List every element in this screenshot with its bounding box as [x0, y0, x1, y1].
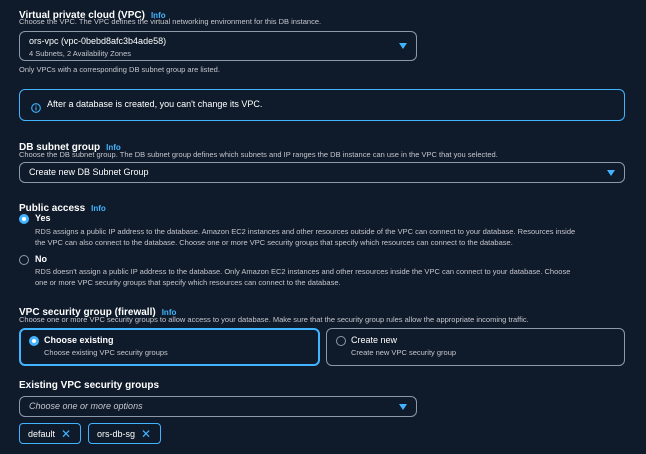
existing-groups-label: Existing VPC security groups [19, 380, 160, 391]
subnet-selected-value: Create new DB Subnet Group [29, 167, 149, 177]
vpc-selected-value: ors-vpc (vpc-0bebd8afc3b4ade58) [29, 36, 167, 46]
existing-groups-placeholder: Choose one or more options [29, 401, 143, 411]
vpc-select[interactable]: ors-vpc (vpc-0bebd8afc3b4ade58) 4 Subnet… [19, 31, 417, 61]
public-access-label-row: Public access Info [19, 198, 106, 216]
public-access-yes-radio[interactable] [19, 214, 29, 224]
public-access-label: Public access [19, 203, 86, 214]
public-access-no-description-2: one or more VPC security groups that spe… [35, 278, 341, 287]
public-access-no-label[interactable]: No [35, 254, 47, 264]
token-ors-db-sg-label: ors-db-sg [97, 428, 136, 439]
public-access-no-radio[interactable] [19, 255, 29, 265]
caret-down-icon [399, 43, 407, 49]
vpc-info-alert: After a database is created, you can't c… [19, 89, 625, 121]
remove-token-ors-db-sg-icon[interactable]: ✕ [141, 428, 151, 440]
public-access-yes-description-1: RDS assigns a public IP address to the d… [35, 227, 576, 236]
public-access-info-link[interactable]: Info [91, 204, 106, 213]
vpc-footnote: Only VPCs with a corresponding DB subnet… [19, 65, 220, 74]
create-new-card[interactable]: Create new Create new VPC security group [326, 328, 625, 366]
choose-existing-sub: Choose existing VPC security groups [44, 348, 168, 357]
caret-down-icon [607, 169, 615, 176]
vpc-description: Choose the VPC. The VPC defines the virt… [19, 17, 322, 26]
create-new-label: Create new [351, 335, 398, 345]
token-ors-db-sg: ors-db-sg ✕ [88, 423, 161, 444]
public-access-yes-label[interactable]: Yes [35, 213, 51, 223]
alert-text: After a database is created, you can't c… [47, 99, 263, 109]
choose-existing-label: Choose existing [44, 335, 114, 345]
public-access-yes-description-2: the VPC can also connect to the database… [35, 238, 513, 247]
vpc-selected-sub: 4 Subnets, 2 Availability Zones [29, 49, 132, 58]
token-default: default ✕ [19, 423, 81, 444]
subnet-description: Choose the DB subnet group. The DB subne… [19, 150, 498, 159]
token-default-label: default [28, 428, 56, 439]
security-group-description: Choose one or more VPC security groups t… [19, 315, 529, 324]
create-new-sub: Create new VPC security group [351, 348, 457, 357]
info-circle-icon [31, 100, 41, 113]
caret-down-icon [399, 403, 407, 410]
create-new-radio[interactable] [336, 336, 346, 346]
remove-token-default-icon[interactable]: ✕ [61, 428, 71, 440]
public-access-no-description-1: RDS doesn't assign a public IP address t… [35, 267, 571, 276]
existing-groups-multiselect[interactable]: Choose one or more options [19, 396, 417, 417]
subnet-select[interactable]: Create new DB Subnet Group [19, 162, 625, 183]
choose-existing-card[interactable]: Choose existing Choose existing VPC secu… [19, 328, 320, 366]
choose-existing-radio[interactable] [29, 336, 39, 346]
